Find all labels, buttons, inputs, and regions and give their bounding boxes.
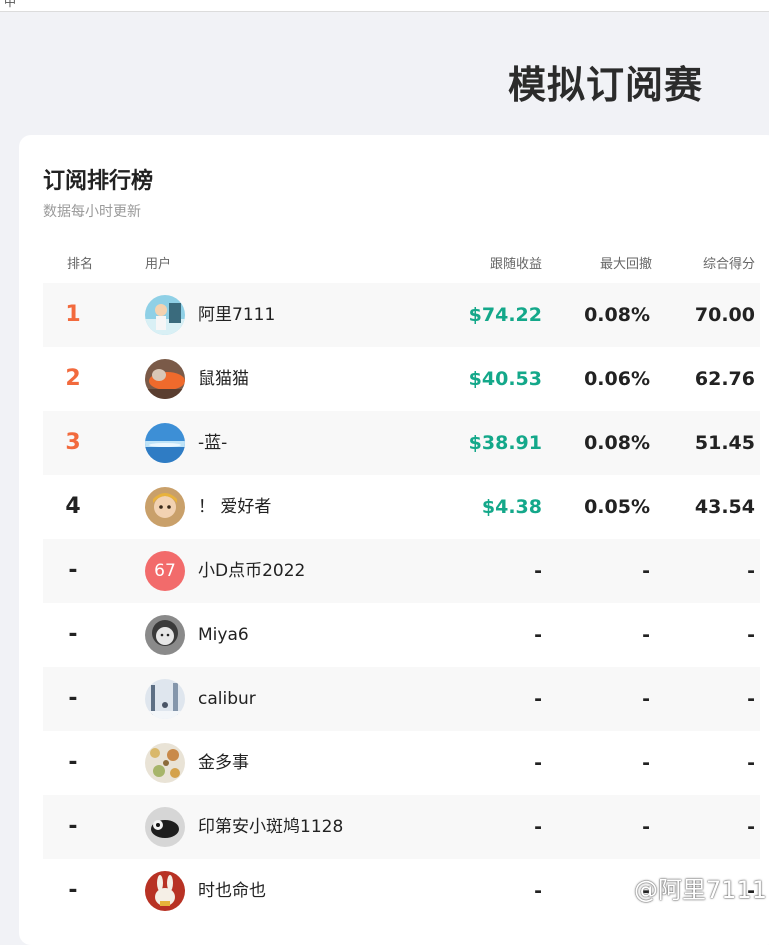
avatar[interactable]	[145, 807, 185, 847]
rank-cell: -	[68, 686, 78, 711]
page-title: 模拟订阅赛	[508, 63, 704, 107]
user-name[interactable]: ！ 爱好者	[198, 475, 271, 539]
avatar[interactable]	[145, 871, 185, 911]
score-value: -	[747, 752, 755, 774]
avatar[interactable]	[145, 679, 185, 719]
max-drawdown-value: -	[642, 560, 650, 582]
table-row[interactable]: 1 阿里7111 $74.22 0.08% 70.00	[43, 283, 760, 347]
score-value: 70.00	[694, 304, 755, 326]
score-value: -	[747, 816, 755, 838]
watermark-text: @阿里7111	[634, 876, 768, 904]
avatar[interactable]: 67	[145, 551, 185, 591]
rank-cell: 2	[65, 366, 81, 391]
score-value: 43.54	[694, 496, 755, 518]
score-value: -	[747, 688, 755, 710]
table-row[interactable]: - calibur - - -	[43, 667, 760, 731]
max-drawdown-value: -	[642, 816, 650, 838]
follow-return-value: $40.53	[468, 368, 542, 390]
follow-return-value: -	[534, 624, 542, 646]
max-drawdown-value: 0.08%	[584, 304, 650, 326]
max-drawdown-value: 0.05%	[584, 496, 650, 518]
user-name[interactable]: 鼠猫猫	[198, 347, 249, 411]
table-row[interactable]: 3 -蓝- $38.91 0.08% 51.45	[43, 411, 760, 475]
follow-return-value: $4.38	[481, 496, 542, 518]
score-value: -	[747, 624, 755, 646]
max-drawdown-value: -	[642, 688, 650, 710]
follow-return-value: -	[534, 688, 542, 710]
score-value: 51.45	[694, 432, 755, 454]
leaderboard-subtitle: 数据每小时更新	[43, 204, 141, 220]
header-follow-return: 跟随收益	[489, 257, 542, 272]
header-score: 综合得分	[702, 257, 755, 272]
table-row[interactable]: - 67 小D点币2022 - - -	[43, 539, 760, 603]
follow-return-value: -	[534, 816, 542, 838]
leaderboard-rows: 1 阿里7111 $74.22 0.08% 70.00 2 鼠猫猫 $40.53…	[43, 283, 760, 923]
follow-return-value: -	[534, 880, 542, 902]
user-name[interactable]: 小D点币2022	[198, 539, 305, 603]
avatar[interactable]	[145, 423, 185, 463]
avatar[interactable]	[145, 743, 185, 783]
user-name[interactable]: 金多事	[198, 731, 249, 795]
rank-cell: -	[68, 622, 78, 647]
tab-glyph: 中	[4, 0, 17, 9]
table-row[interactable]: 4 ！ 爱好者 $4.38 0.05% 43.54	[43, 475, 760, 539]
leaderboard-card: 订阅排行榜 数据每小时更新 排名 用户 跟随收益 最大回撤 综合得分 1 阿里7…	[19, 135, 769, 945]
table-header: 排名 用户 跟随收益 最大回撤 综合得分	[43, 253, 760, 275]
user-name[interactable]: Miya6	[198, 603, 249, 667]
max-drawdown-value: 0.08%	[584, 432, 650, 454]
rank-cell: 3	[65, 430, 81, 455]
leaderboard-title: 订阅排行榜	[43, 169, 154, 194]
watermark: @阿里7111	[610, 870, 767, 905]
table-row[interactable]: 2 鼠猫猫 $40.53 0.06% 62.76	[43, 347, 760, 411]
app-logo-icon	[610, 877, 632, 905]
follow-return-value: -	[534, 752, 542, 774]
rank-cell: -	[68, 814, 78, 839]
user-name[interactable]: 印第安小斑鸠1128	[198, 795, 343, 859]
max-drawdown-value: -	[642, 752, 650, 774]
rank-cell: -	[68, 558, 78, 583]
score-value: -	[747, 560, 755, 582]
header-user: 用户	[145, 257, 172, 272]
follow-return-value: $38.91	[468, 432, 542, 454]
follow-return-value: $74.22	[468, 304, 542, 326]
max-drawdown-value: 0.06%	[584, 368, 650, 390]
user-name[interactable]: 时也命也	[198, 859, 266, 923]
avatar[interactable]	[145, 359, 185, 399]
rank-cell: -	[68, 750, 78, 775]
user-name[interactable]: 阿里7111	[198, 283, 275, 347]
avatar[interactable]	[145, 487, 185, 527]
max-drawdown-value: -	[642, 624, 650, 646]
table-row[interactable]: - Miya6 - - -	[43, 603, 760, 667]
follow-return-value: -	[534, 560, 542, 582]
table-row[interactable]: - 金多事 - - -	[43, 731, 760, 795]
header-rank: 排名	[67, 257, 94, 272]
rank-cell: 4	[65, 494, 81, 519]
user-name[interactable]: -蓝-	[198, 411, 227, 475]
browser-top-bar: 中	[0, 0, 769, 12]
user-name[interactable]: calibur	[198, 667, 256, 731]
header-max-drawdown: 最大回撤	[599, 257, 652, 272]
score-value: 62.76	[694, 368, 755, 390]
rank-cell: 1	[65, 302, 81, 327]
avatar[interactable]	[145, 615, 185, 655]
rank-cell: -	[68, 878, 78, 903]
avatar[interactable]	[145, 295, 185, 335]
table-row[interactable]: - 印第安小斑鸠1128 - - -	[43, 795, 760, 859]
